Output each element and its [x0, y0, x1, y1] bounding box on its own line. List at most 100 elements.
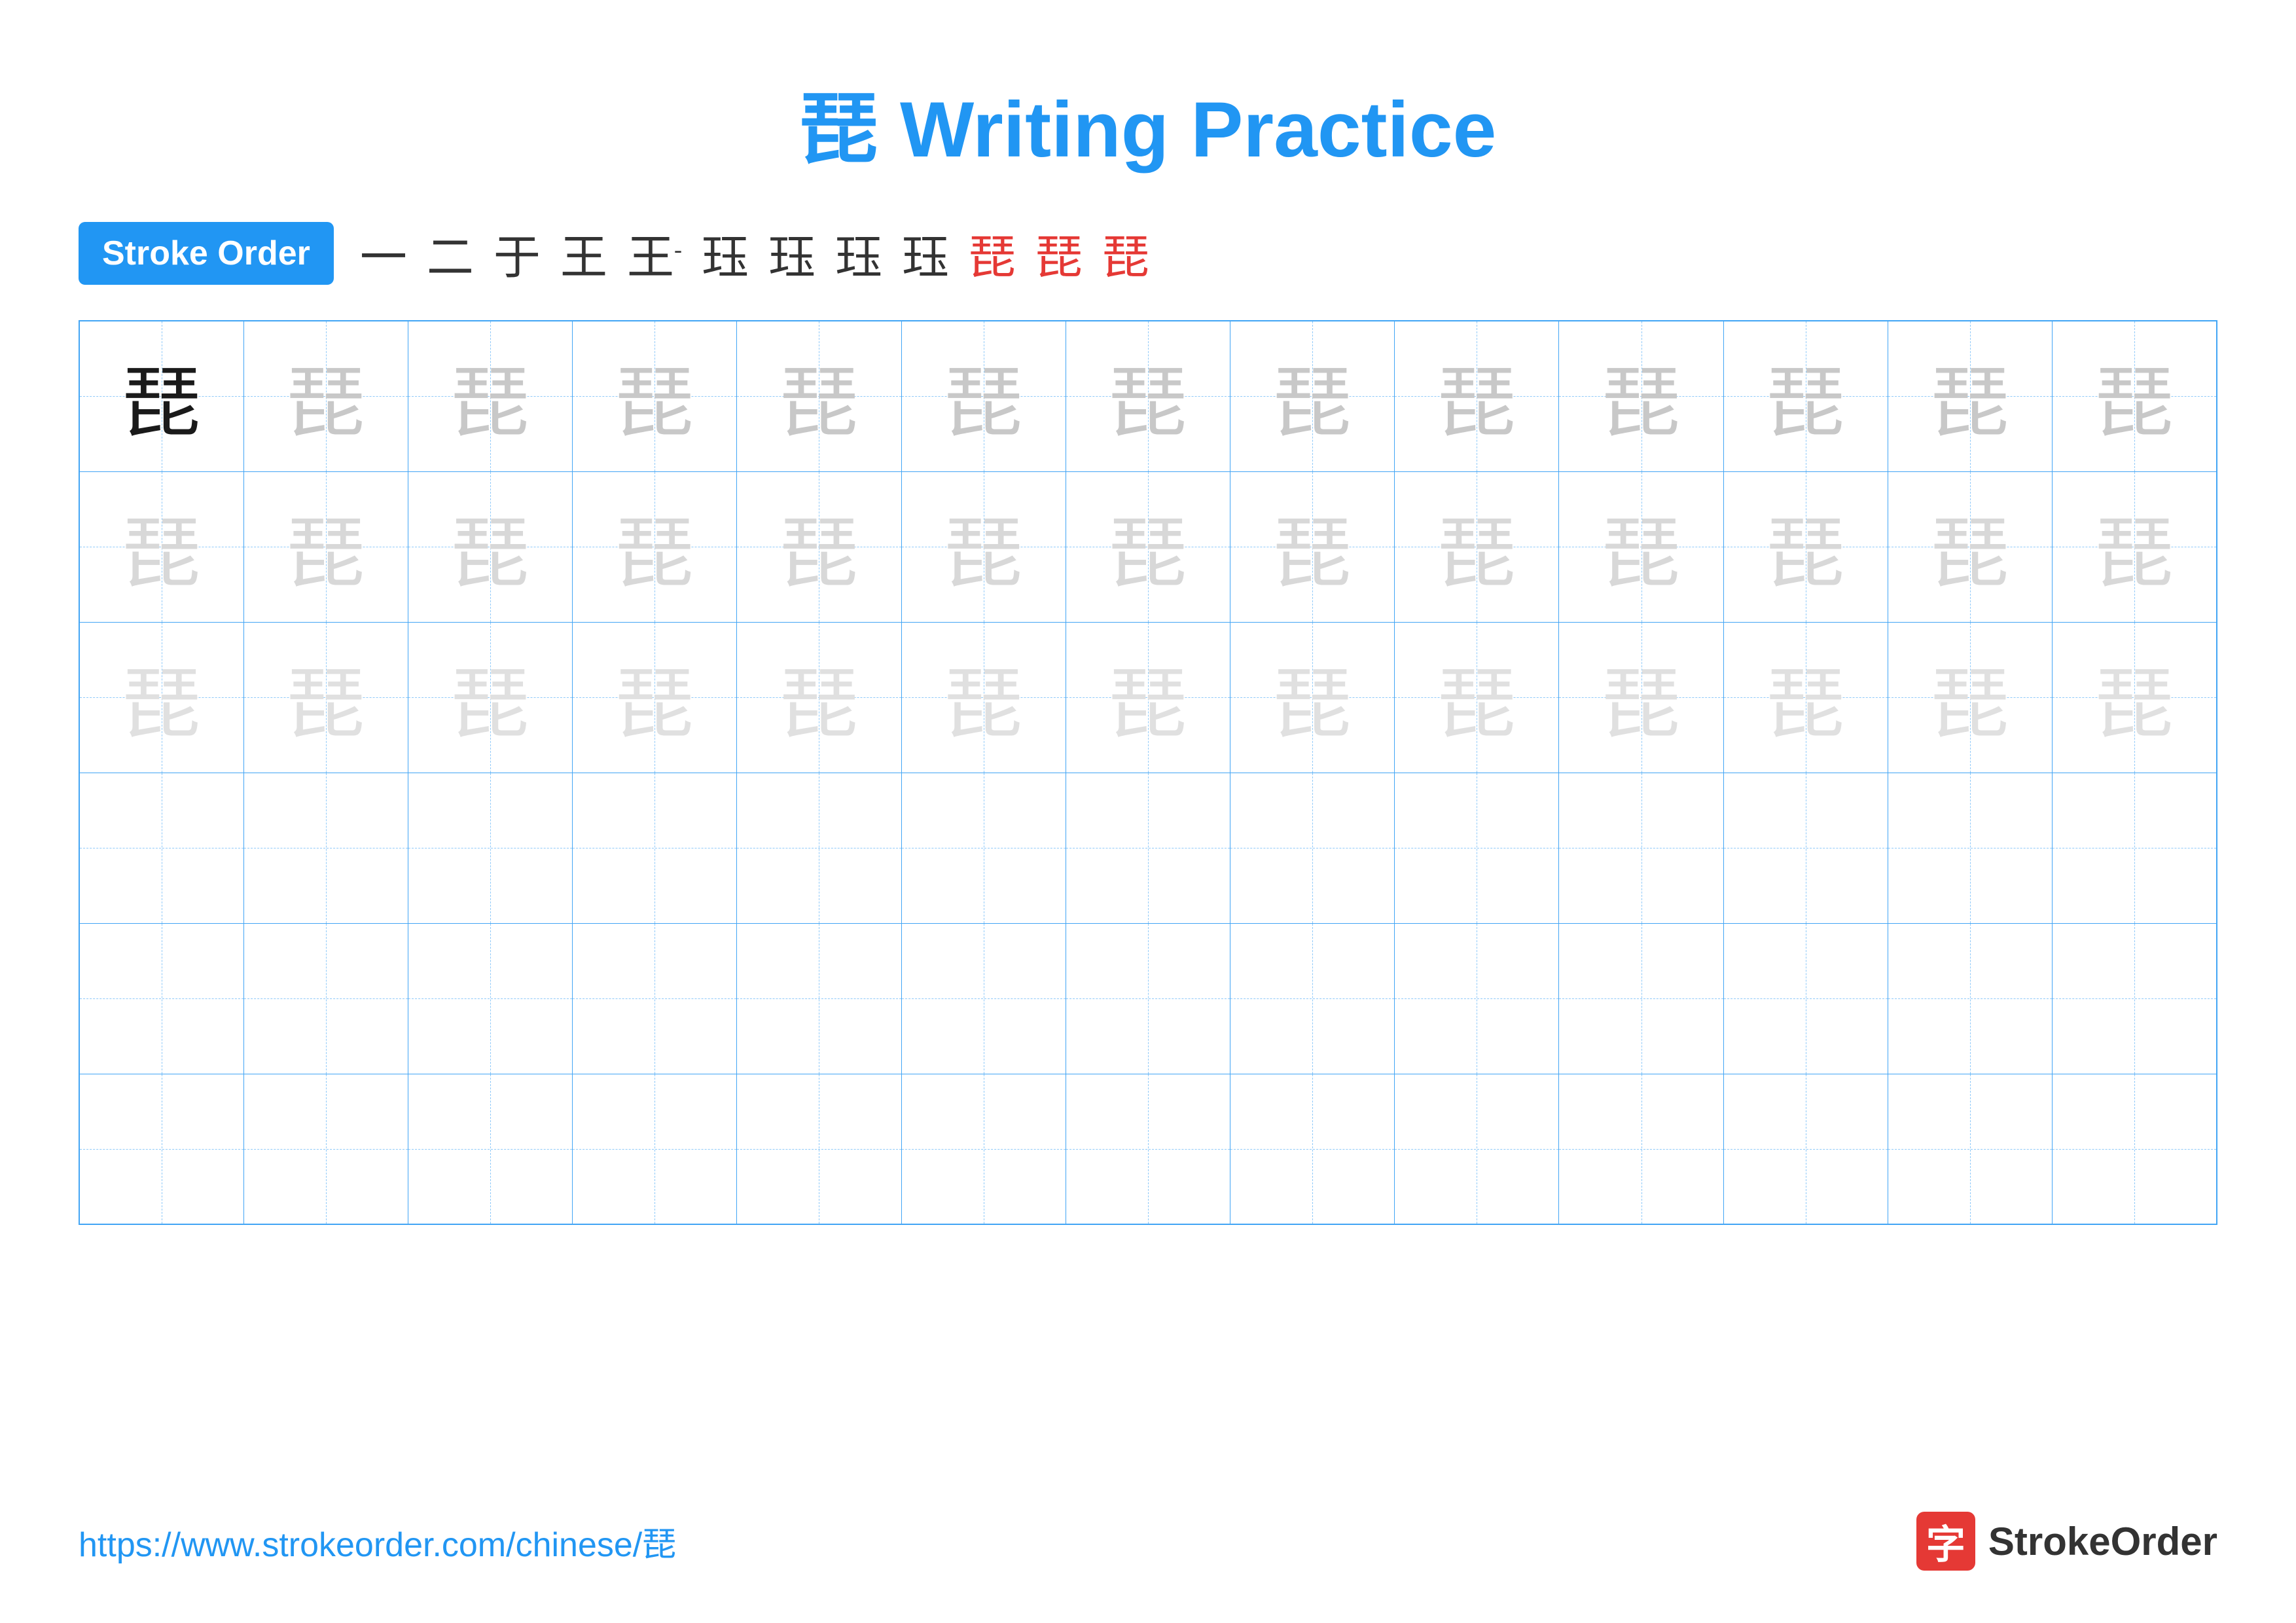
table-row — [79, 923, 2217, 1074]
table-cell[interactable]: 琵 — [1395, 321, 1559, 471]
table-cell[interactable]: 琵 — [1559, 321, 1723, 471]
table-cell[interactable]: 琵 — [1559, 471, 1723, 622]
table-cell[interactable]: 琵 — [79, 622, 243, 773]
table-cell[interactable]: 琵 — [737, 321, 901, 471]
table-cell[interactable]: 琵 — [1888, 321, 2052, 471]
stroke-4: 王 — [560, 219, 607, 287]
table-cell[interactable] — [1066, 1074, 1230, 1224]
stroke-11: 琵 — [1035, 219, 1083, 287]
stroke-8: 珏 — [835, 219, 882, 287]
table-cell[interactable] — [1230, 923, 1395, 1074]
table-cell[interactable]: 琵 — [2053, 321, 2217, 471]
table-row — [79, 773, 2217, 923]
table-cell[interactable]: 琵 — [737, 471, 901, 622]
table-cell[interactable]: 琵 — [737, 622, 901, 773]
stroke-6: 珏 — [702, 219, 749, 287]
table-cell[interactable] — [573, 1074, 737, 1224]
table-cell[interactable]: 琵 — [1559, 622, 1723, 773]
table-cell[interactable] — [1888, 1074, 2052, 1224]
footer-url[interactable]: https://www.strokeorder.com/chinese/琵 — [79, 1517, 676, 1566]
table-row: 琵 琵 琵 琵 琵 琵 琵 琵 琵 琵 琵 琵 琵 — [79, 622, 2217, 773]
table-cell[interactable] — [1066, 773, 1230, 923]
table-cell[interactable]: 琵 — [573, 321, 737, 471]
table-cell[interactable]: 琵 — [408, 471, 572, 622]
page-title: 琵 Writing Practice — [0, 0, 2296, 179]
table-cell[interactable]: 琵 — [901, 471, 1066, 622]
footer: https://www.strokeorder.com/chinese/琵 字 … — [79, 1512, 2217, 1571]
table-cell[interactable] — [1559, 773, 1723, 923]
table-cell[interactable] — [408, 773, 572, 923]
table-cell[interactable]: 琵 — [1066, 471, 1230, 622]
table-cell[interactable]: 琵 — [1723, 622, 1888, 773]
table-cell[interactable] — [243, 773, 408, 923]
table-cell[interactable] — [1559, 923, 1723, 1074]
table-cell[interactable] — [1559, 1074, 1723, 1224]
footer-logo: 字 StrokeOrder — [1916, 1512, 2217, 1571]
table-cell[interactable] — [737, 773, 901, 923]
table-cell[interactable] — [2053, 1074, 2217, 1224]
table-cell[interactable]: 琵 — [1066, 622, 1230, 773]
table-cell[interactable] — [408, 923, 572, 1074]
table-cell[interactable] — [2053, 923, 2217, 1074]
table-cell[interactable]: 琵 — [1723, 321, 1888, 471]
stroke-1: 一 — [360, 219, 407, 287]
table-cell[interactable]: 琵 — [1230, 471, 1395, 622]
table-cell[interactable]: 琵 — [243, 622, 408, 773]
table-cell[interactable] — [1723, 923, 1888, 1074]
table-cell[interactable] — [243, 1074, 408, 1224]
table-cell[interactable] — [573, 773, 737, 923]
table-cell[interactable]: 琵 — [573, 471, 737, 622]
table-cell[interactable] — [408, 1074, 572, 1224]
stroke-9: 珏 — [902, 219, 949, 287]
table-cell[interactable]: 琵 — [1395, 622, 1559, 773]
practice-grid: 琵 琵 琵 琵 琵 琵 琵 琵 琵 琵 琵 琵 琵 琵 琵 琵 琵 琵 琵 琵 … — [79, 320, 2217, 1225]
table-cell[interactable]: 琵 — [901, 622, 1066, 773]
table-cell[interactable]: 琵 — [408, 622, 572, 773]
table-cell[interactable] — [737, 1074, 901, 1224]
table-row: 琵 琵 琵 琵 琵 琵 琵 琵 琵 琵 琵 琵 琵 — [79, 321, 2217, 471]
table-cell[interactable] — [1395, 1074, 1559, 1224]
table-cell[interactable] — [1395, 773, 1559, 923]
table-cell[interactable] — [901, 923, 1066, 1074]
title-char: 琵 — [800, 86, 878, 173]
table-cell[interactable]: 琵 — [1888, 471, 2052, 622]
table-cell[interactable] — [79, 1074, 243, 1224]
table-cell[interactable] — [79, 773, 243, 923]
table-cell[interactable]: 琵 — [1723, 471, 1888, 622]
table-cell[interactable] — [1066, 923, 1230, 1074]
table-cell[interactable] — [901, 1074, 1066, 1224]
table-cell[interactable]: 琵 — [408, 321, 572, 471]
table-cell[interactable]: 琵 — [1066, 321, 1230, 471]
table-cell[interactable]: 琵 — [1230, 622, 1395, 773]
table-cell[interactable] — [1723, 1074, 1888, 1224]
table-cell[interactable] — [1888, 773, 2052, 923]
table-cell[interactable]: 琵 — [1888, 622, 2052, 773]
table-cell[interactable]: 琵 — [243, 471, 408, 622]
table-cell[interactable] — [79, 923, 243, 1074]
table-cell[interactable] — [1395, 923, 1559, 1074]
table-cell[interactable] — [1230, 773, 1395, 923]
table-cell[interactable] — [573, 923, 737, 1074]
stroke-3: 于 — [493, 219, 541, 287]
table-cell[interactable]: 琵 — [79, 321, 243, 471]
table-cell[interactable] — [737, 923, 901, 1074]
table-cell[interactable]: 琵 — [79, 471, 243, 622]
table-cell[interactable]: 琵 — [1395, 471, 1559, 622]
table-cell[interactable]: 琵 — [2053, 622, 2217, 773]
stroke-12: 琵 — [1102, 219, 1149, 287]
table-cell[interactable]: 琵 — [1230, 321, 1395, 471]
table-cell[interactable] — [1888, 923, 2052, 1074]
stroke-order-row: Stroke Order 一 二 于 王 王- 珏 珏 珏 珏 琵 琵 琵 — [0, 219, 2296, 287]
table-cell[interactable] — [1230, 1074, 1395, 1224]
table-row: 琵 琵 琵 琵 琵 琵 琵 琵 琵 琵 琵 琵 琵 — [79, 471, 2217, 622]
table-cell[interactable] — [1723, 773, 1888, 923]
table-cell[interactable]: 琵 — [901, 321, 1066, 471]
stroke-5: 王- — [627, 219, 682, 287]
table-cell[interactable] — [243, 923, 408, 1074]
stroke-10: 琵 — [969, 219, 1016, 287]
table-cell[interactable]: 琵 — [573, 622, 737, 773]
table-cell[interactable] — [2053, 773, 2217, 923]
table-cell[interactable] — [901, 773, 1066, 923]
table-cell[interactable]: 琵 — [243, 321, 408, 471]
table-cell[interactable]: 琵 — [2053, 471, 2217, 622]
